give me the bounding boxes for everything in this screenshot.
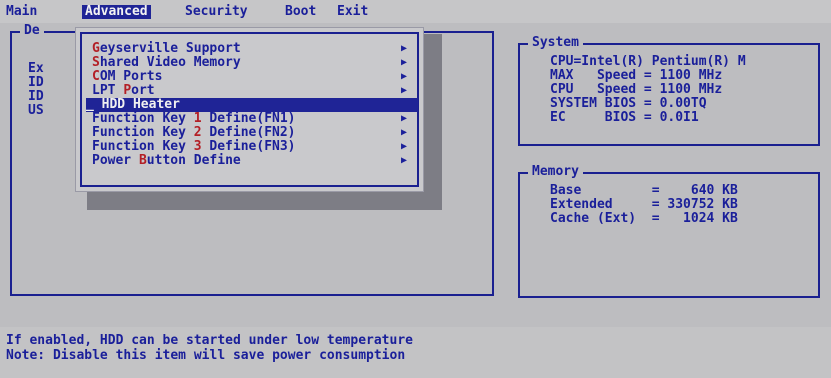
memory-line: Base = 640 KB <box>550 183 738 198</box>
arrow-right-icon: ▶ <box>401 141 408 152</box>
system-line: SYSTEM BIOS = 0.00TQ <box>550 96 707 111</box>
memory-line: Cache (Ext) = 1024 KB <box>550 211 738 226</box>
menu-boot[interactable]: Boot <box>282 5 319 19</box>
arrow-right-icon: ▶ <box>401 43 408 54</box>
advanced-submenu: Geyserville Support ▶ Shared Video Memory… <box>75 27 424 192</box>
panel-row[interactable]: US <box>28 104 44 118</box>
system-line: EC BIOS = 0.0I1 <box>550 110 699 125</box>
submenu-item-shared-video-memory[interactable]: Shared Video Memory ▶ <box>92 56 422 70</box>
arrow-right-icon: ▶ <box>401 85 408 96</box>
submenu-item-geyserville[interactable]: Geyserville Support ▶ <box>92 42 422 56</box>
menu-bar: Main Advanced Security Boot Exit <box>0 0 831 23</box>
arrow-right-icon: ▶ <box>401 127 408 138</box>
system-line: MAX Speed = 1100 MHz <box>550 68 723 83</box>
submenu-frame: Geyserville Support ▶ Shared Video Memory… <box>80 32 419 187</box>
submenu-item-com-ports[interactable]: COM Ports ▶ <box>92 70 422 84</box>
memory-title: Memory <box>528 165 583 179</box>
help-line-2: Note: Disable this item will save power … <box>6 348 406 363</box>
system-line: CPU Speed = 1100 MHz <box>550 82 723 97</box>
panel-row[interactable]: ID <box>28 90 44 104</box>
arrow-right-icon: ▶ <box>401 155 408 166</box>
help-bar: If enabled, HDD can be started under low… <box>0 327 831 378</box>
submenu-item-lpt-port[interactable]: LPT Port ▶ <box>92 84 422 98</box>
help-line-1: If enabled, HDD can be started under low… <box>6 333 413 348</box>
panel-row[interactable]: Ex <box>28 62 44 76</box>
submenu-item-hdd-heater[interactable]: _ HDD Heater <box>86 98 418 112</box>
memory-info-panel: Memory Base = 640 KB Extended = 330752 K… <box>518 165 820 298</box>
system-title: System <box>528 36 583 50</box>
arrow-right-icon: ▶ <box>401 71 408 82</box>
submenu-item-fn1[interactable]: Function Key 1 Define(FN1) ▶ <box>92 112 422 126</box>
system-line: CPU=Intel(R) Pentium(R) M <box>550 54 746 69</box>
arrow-right-icon: ▶ <box>401 57 408 68</box>
menu-advanced[interactable]: Advanced <box>82 5 151 19</box>
submenu-item-fn2[interactable]: Function Key 2 Define(FN2) ▶ <box>92 126 422 140</box>
panel-row[interactable]: ID <box>28 76 44 90</box>
menu-security[interactable]: Security <box>182 5 251 19</box>
submenu-item-fn3[interactable]: Function Key 3 Define(FN3) ▶ <box>92 140 422 154</box>
arrow-right-icon: ▶ <box>401 113 408 124</box>
memory-line: Extended = 330752 KB <box>550 197 738 212</box>
menu-main[interactable]: Main <box>3 5 40 19</box>
submenu-item-power-button[interactable]: Power Button Define ▶ <box>92 154 422 168</box>
menu-exit[interactable]: Exit <box>334 5 371 19</box>
system-info-panel: System CPU=Intel(R) Pentium(R) M MAX Spe… <box>518 36 820 146</box>
panel-title: De <box>20 24 44 38</box>
